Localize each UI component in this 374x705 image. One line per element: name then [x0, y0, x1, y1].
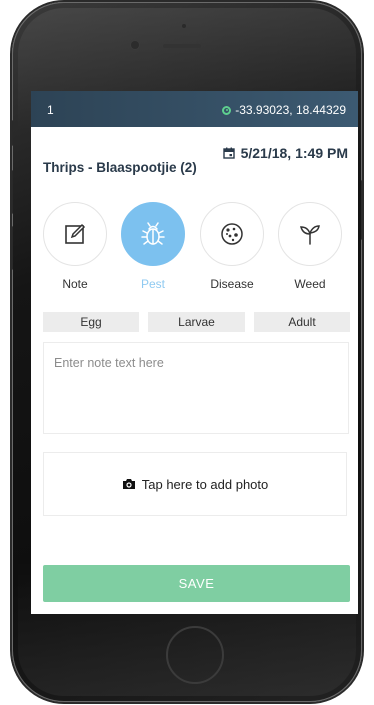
datetime-text: 5/21/18, 1:49 PM: [240, 145, 348, 161]
add-photo-button[interactable]: Tap here to add photo: [43, 452, 347, 516]
app-screen: 1 -33.93023, 18.44329 5/21/18, 1:49 PM T…: [31, 91, 358, 614]
category-note[interactable]: Note: [42, 202, 108, 291]
category-disease-circle[interactable]: [200, 202, 264, 266]
bug-icon: [141, 222, 165, 245]
calendar-icon: [222, 147, 235, 159]
add-photo-label: Tap here to add photo: [141, 476, 269, 492]
front-camera: [131, 41, 139, 49]
sprout-icon: [300, 225, 320, 245]
category-weed[interactable]: Weed: [277, 202, 343, 291]
mute-switch: [10, 120, 13, 146]
status-header: 1 -33.93023, 18.44329: [31, 91, 358, 127]
stage-egg-button[interactable]: Egg: [43, 312, 139, 332]
category-pest[interactable]: Pest: [120, 202, 186, 291]
category-note-label: Note: [62, 277, 88, 291]
category-note-circle[interactable]: [43, 202, 107, 266]
proximity-sensor: [182, 24, 186, 28]
gps-coordinates: -33.93023, 18.44329: [222, 103, 346, 117]
home-button[interactable]: [166, 626, 224, 684]
volume-up-button: [10, 170, 13, 214]
category-weed-label: Weed: [294, 277, 326, 291]
category-disease-label: Disease: [210, 277, 254, 291]
edit-icon: [65, 223, 86, 244]
camera-icon: [122, 479, 135, 489]
spores-icon: [221, 223, 243, 245]
category-weed-circle[interactable]: [278, 202, 342, 266]
location-pin-icon: [222, 105, 232, 115]
volume-down-button: [10, 226, 13, 270]
power-button: [361, 180, 364, 240]
category-pest-label: Pest: [140, 277, 165, 291]
note-text-input[interactable]: Enter note text here: [43, 342, 349, 434]
save-button[interactable]: SAVE: [43, 565, 350, 602]
category-pest-circle[interactable]: [121, 202, 185, 266]
stage-adult-button[interactable]: Adult: [254, 312, 350, 332]
coordinates-text: -33.93023, 18.44329: [235, 103, 346, 117]
category-disease[interactable]: Disease: [199, 202, 265, 291]
stage-larvae-button[interactable]: Larvae: [148, 312, 245, 332]
earpiece-speaker: [163, 44, 201, 48]
observation-title: Thrips - Blaaspootjie (2): [43, 160, 197, 175]
observation-datetime[interactable]: 5/21/18, 1:49 PM: [222, 145, 348, 161]
record-number: 1: [47, 103, 54, 117]
